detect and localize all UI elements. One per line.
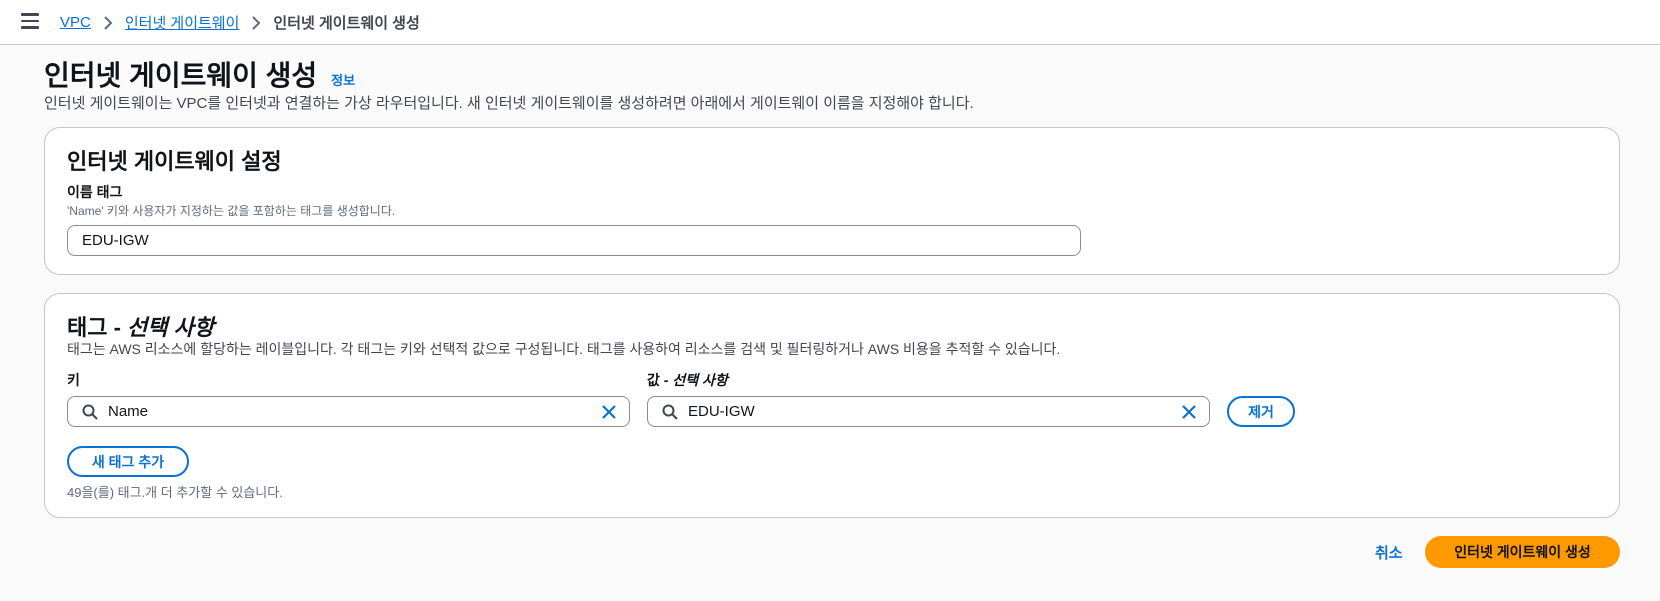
- cancel-button[interactable]: 취소: [1375, 542, 1403, 563]
- name-tag-label: 이름 태그: [67, 184, 123, 200]
- tag-value-label-optional: 선택 사항: [672, 372, 728, 388]
- search-icon: [662, 404, 678, 420]
- tags-remaining-text: 49을(를) 태그.개 더 추가할 수 있습니다.: [67, 485, 283, 500]
- tag-key-value: Name: [108, 403, 149, 420]
- tags-title-optional: 선택 사항: [127, 315, 215, 340]
- info-link[interactable]: 정보: [331, 70, 355, 89]
- clear-icon[interactable]: [601, 404, 617, 420]
- breadcrumb-current: 인터넷 게이트웨이 생성: [273, 15, 420, 32]
- page-title-text: 인터넷 게이트웨이 생성: [44, 60, 318, 91]
- top-navigation-bar: VPC 인터넷 게이트웨이 인터넷 게이트웨이 생성: [0, 0, 1660, 45]
- chevron-right-icon: [251, 15, 261, 30]
- chevron-right-icon: [103, 15, 113, 30]
- breadcrumb-vpc[interactable]: VPC: [60, 14, 91, 31]
- page-description: 인터넷 게이트웨이는 VPC를 인터넷과 연결하는 가상 라우터입니다. 새 인…: [44, 95, 974, 112]
- breadcrumb-internet-gateways[interactable]: 인터넷 게이트웨이: [125, 12, 240, 33]
- tags-panel: 태그 - 선택 사항 태그는 AWS 리소스에 할당하는 레이블입니다. 각 태…: [44, 293, 1620, 518]
- menu-icon[interactable]: [21, 13, 39, 29]
- tags-title-main: 태그 -: [67, 315, 128, 340]
- add-tag-button[interactable]: 새 태그 추가: [67, 446, 189, 477]
- page-title: 인터넷 게이트웨이 생성 정보: [44, 54, 355, 94]
- clear-icon[interactable]: [1181, 404, 1197, 420]
- settings-title: 인터넷 게이트웨이 설정: [67, 149, 282, 174]
- tag-value-label: 값 - 선택 사항: [647, 370, 728, 390]
- tag-key-label: 키: [67, 372, 80, 388]
- internet-gateway-settings-panel: 인터넷 게이트웨이 설정 이름 태그 'Name' 키와 사용자가 지정하는 값…: [44, 127, 1620, 275]
- breadcrumb: VPC 인터넷 게이트웨이 인터넷 게이트웨이 생성: [60, 12, 420, 33]
- name-tag-hint: 'Name' 키와 사용자가 지정하는 값을 포함하는 태그를 생성합니다.: [67, 204, 396, 218]
- tag-value-input[interactable]: EDU-IGW: [647, 396, 1210, 427]
- search-icon: [82, 404, 98, 420]
- tag-key-input[interactable]: Name: [67, 396, 630, 427]
- tag-value-value: EDU-IGW: [688, 403, 755, 420]
- name-tag-input[interactable]: EDU-IGW: [67, 225, 1081, 256]
- remove-tag-button[interactable]: 제거: [1227, 396, 1295, 427]
- tag-value-label-main: 값 -: [647, 372, 673, 388]
- name-tag-value: EDU-IGW: [82, 232, 149, 249]
- create-internet-gateway-button[interactable]: 인터넷 게이트웨이 생성: [1425, 536, 1620, 568]
- tags-description: 태그는 AWS 리소스에 할당하는 레이블입니다. 각 태그는 키와 선택적 값…: [67, 341, 1061, 357]
- tags-title: 태그 - 선택 사항: [67, 310, 214, 342]
